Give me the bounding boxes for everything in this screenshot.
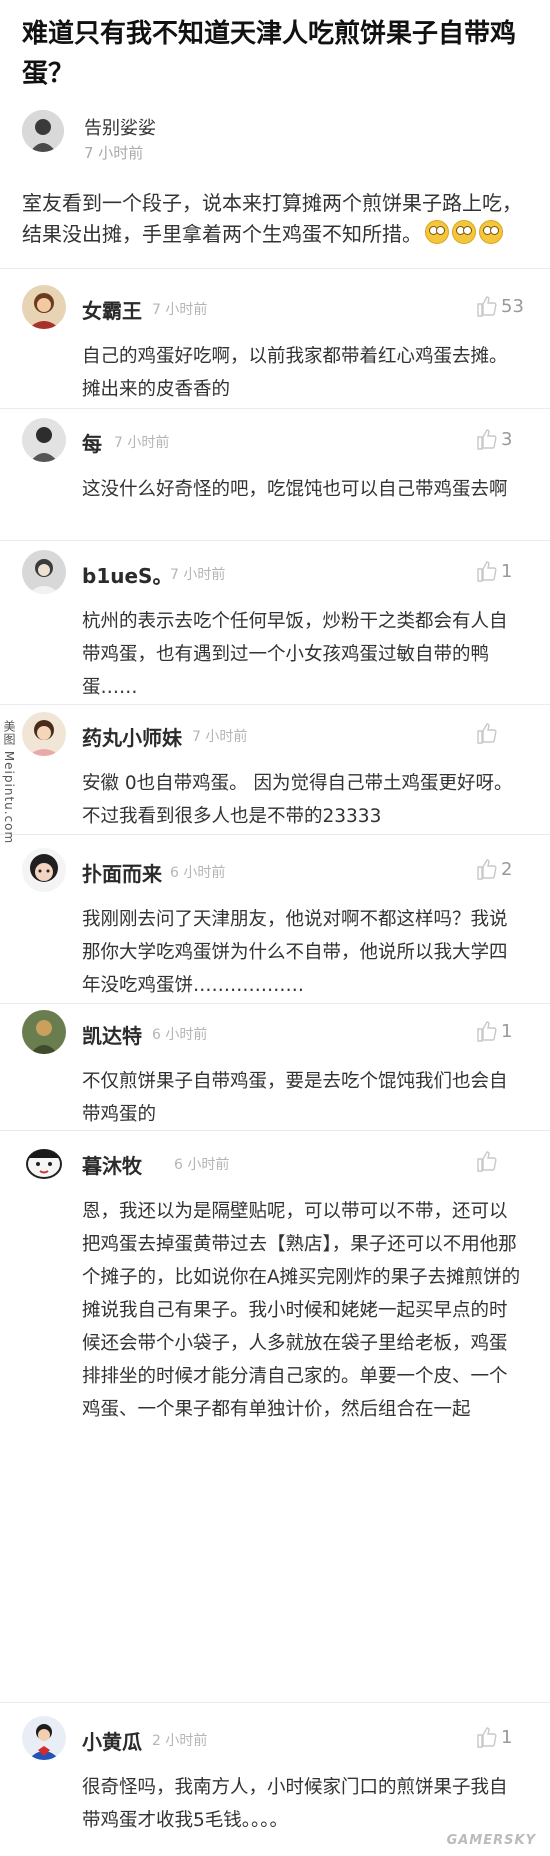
comment-text: 不仅煎饼果子自带鸡蛋，要是去吃个馄饨我们也会自带鸡蛋的	[82, 1071, 508, 1125]
comment-text: 很奇怪吗，我南方人，小时候家门口的煎饼果子我自带鸡蛋才收我5毛钱。。。。	[82, 1777, 508, 1831]
comment: 女霸王 7 小时前 53 自己的鸡蛋好吃啊，以前我家都带着红心鸡蛋去摊。摊出来的…	[22, 285, 527, 400]
commenter-avatar[interactable]	[22, 550, 66, 594]
divider	[0, 1003, 550, 1004]
commenter-avatar[interactable]	[22, 1716, 66, 1760]
like-button[interactable]: 1	[467, 560, 527, 584]
commenter-name[interactable]: 暮沐牧	[82, 1150, 142, 1179]
like-button[interactable]: 2	[467, 858, 527, 882]
commenter-name[interactable]: 药丸小师妹	[82, 722, 182, 751]
divider	[0, 704, 550, 705]
commenter-name[interactable]: 小黄瓜	[82, 1726, 142, 1755]
comment-text: 我刚刚去问了天津朋友，他说对啊不都这样吗？我说那你大学吃鸡蛋饼为什么不自带，他说…	[82, 909, 508, 996]
comment: b1ueS。 7 小时前 1 杭州的表示去吃个任何早饭，炒粉干之类都会有人自带鸡…	[22, 550, 527, 698]
divider	[0, 1702, 550, 1703]
like-button[interactable]: 3	[467, 428, 527, 452]
comment-timestamp: 6 小时前	[174, 1157, 230, 1173]
divider	[0, 834, 550, 835]
like-button[interactable]: 1	[467, 1726, 527, 1750]
like-count: 1	[501, 561, 513, 582]
thumbs-up-icon	[477, 859, 497, 880]
flushed-face-icon	[479, 220, 503, 244]
author-avatar[interactable]	[22, 110, 64, 152]
commenter-avatar[interactable]	[22, 848, 66, 892]
author-timestamp: 7 小时前	[84, 144, 144, 162]
like-count: 1	[501, 1727, 513, 1748]
divider	[0, 540, 550, 541]
comment: 扑面而来 6 小时前 2 我刚刚去问了天津朋友，他说对啊不都这样吗？我说那你大学…	[22, 848, 527, 996]
post-title: 难道只有我不知道天津人吃煎饼果子自带鸡蛋？	[22, 19, 517, 89]
site-watermark: GAMERSKY	[446, 1833, 536, 1848]
commenter-name[interactable]: 凯达特	[82, 1020, 142, 1049]
comment-timestamp: 6 小时前	[152, 1027, 208, 1043]
flushed-face-icon	[452, 220, 476, 244]
thumbs-up-icon	[477, 561, 497, 582]
thumbs-up-icon	[477, 296, 497, 317]
like-count: 53	[501, 296, 524, 317]
thumbs-up-icon	[477, 723, 497, 744]
like-button[interactable]	[467, 722, 527, 746]
like-button[interactable]	[467, 1150, 527, 1174]
like-button[interactable]: 1	[467, 1020, 527, 1044]
comment-timestamp: 7 小时前	[114, 435, 170, 451]
commenter-name[interactable]: b1ueS。	[82, 560, 172, 589]
flushed-face-icon	[425, 220, 449, 244]
comment-text: 恩，我还以为是隔壁贴呢，可以带可以不带，还可以把鸡蛋去掉蛋黄带过去【熟店】，果子…	[82, 1201, 521, 1420]
comment: 每 7 小时前 3 这没什么好奇怪的吧，吃馄饨也可以自己带鸡蛋去啊	[22, 418, 527, 533]
thumbs-up-icon	[477, 1021, 497, 1042]
thumbs-up-icon	[477, 1151, 497, 1172]
commenter-avatar[interactable]	[22, 712, 66, 756]
comment: 凯达特 6 小时前 1 不仅煎饼果子自带鸡蛋，要是去吃个馄饨我们也会自带鸡蛋的	[22, 1010, 527, 1125]
commenter-name[interactable]: 女霸王	[82, 295, 142, 324]
like-count: 3	[501, 429, 513, 450]
commenter-avatar[interactable]	[22, 1010, 66, 1054]
post-author[interactable]: 告别娑娑 7 小时前	[22, 110, 502, 164]
comment-timestamp: 7 小时前	[152, 302, 208, 318]
post-body: 室友看到一个段子，说本来打算摊两个煎饼果子路上吃，结果没出摊，手里拿着两个生鸡蛋…	[22, 188, 527, 250]
divider	[0, 1130, 550, 1131]
divider	[0, 408, 550, 409]
comment-text: 这没什么好奇怪的吧，吃馄饨也可以自己带鸡蛋去啊	[82, 479, 508, 500]
author-name[interactable]: 告别娑娑	[84, 114, 156, 140]
comment-timestamp: 7 小时前	[192, 729, 248, 745]
comment: 暮沐牧 6 小时前 恩，我还以为是隔壁贴呢，可以带可以不带，还可以把鸡蛋去掉蛋黄…	[22, 1140, 527, 1440]
thumbs-up-icon	[477, 429, 497, 450]
like-count: 2	[501, 859, 513, 880]
divider	[0, 268, 550, 269]
comment-text: 安徽 0也自带鸡蛋。 因为觉得自己带土鸡蛋更好呀。 不过我看到很多人也是不带的2…	[82, 773, 513, 827]
comment-text: 杭州的表示去吃个任何早饭，炒粉干之类都会有人自带鸡蛋，也有遇到过一个小女孩鸡蛋过…	[82, 611, 508, 698]
comment-timestamp: 7 小时前	[170, 567, 226, 583]
side-watermark: 美图 Meipintu.com	[2, 720, 16, 845]
comment: 药丸小师妹 7 小时前 安徽 0也自带鸡蛋。 因为觉得自己带土鸡蛋更好呀。 不过…	[22, 712, 527, 827]
commenter-name[interactable]: 扑面而来	[82, 858, 162, 887]
comment-timestamp: 6 小时前	[170, 865, 226, 881]
like-button[interactable]: 53	[467, 295, 527, 319]
commenter-name[interactable]: 每	[82, 428, 102, 457]
commenter-avatar[interactable]	[22, 1140, 66, 1184]
like-count: 1	[501, 1021, 513, 1042]
comment-text: 自己的鸡蛋好吃啊，以前我家都带着红心鸡蛋去摊。摊出来的皮香香的	[82, 346, 508, 400]
comment: 小黄瓜 2 小时前 1 很奇怪吗，我南方人，小时候家门口的煎饼果子我自带鸡蛋才收…	[22, 1716, 527, 1846]
commenter-avatar[interactable]	[22, 418, 66, 462]
commenter-avatar[interactable]	[22, 285, 66, 329]
thumbs-up-icon	[477, 1727, 497, 1748]
comment-timestamp: 2 小时前	[152, 1733, 208, 1749]
